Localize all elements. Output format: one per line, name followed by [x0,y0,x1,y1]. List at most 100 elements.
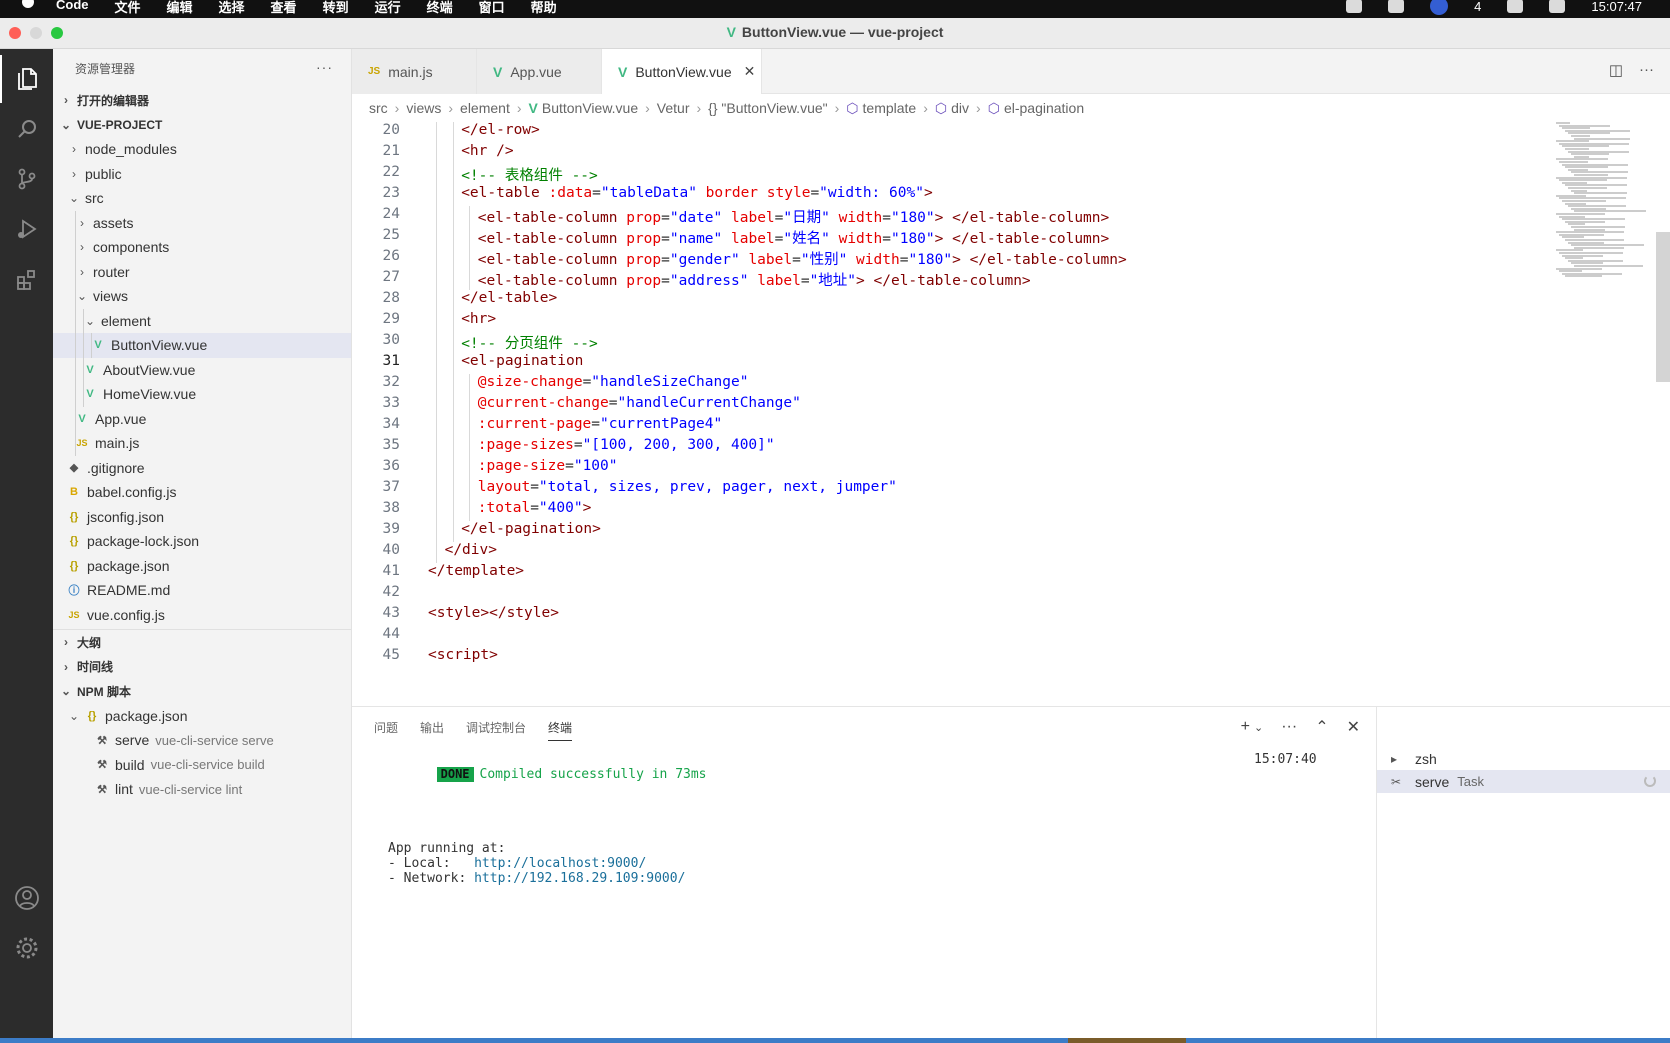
tab-main-js[interactable]: JS main.js [352,49,477,94]
clock[interactable]: 15:07:47 [1591,0,1642,14]
menu-go[interactable]: 转到 [323,0,349,16]
crumb-file[interactable]: ButtonView.vue [542,100,638,116]
npm-scripts-section[interactable]: ⌄ NPM 脚本 [53,679,351,704]
menu-edit[interactable]: 编辑 [167,0,193,16]
crumb-src[interactable]: src [369,100,388,116]
file-item[interactable]: JS main.js [53,431,351,456]
code-editor[interactable]: 20 </el-row> 21 <hr /> 22 <!-- 表格组件 --> 23 <el-… [352,122,1670,706]
account-icon[interactable] [0,874,53,922]
npm-script-serve[interactable]: ⚒ serve vue-cli-service serve [53,728,351,753]
folder-item[interactable]: › components [53,235,351,260]
apple-icon[interactable] [22,0,34,8]
folder-item[interactable]: › assets [53,210,351,235]
file-item[interactable]: V HomeView.vue [53,382,351,407]
more-actions-icon[interactable]: ··· [1639,61,1654,79]
crumb-div[interactable]: div [951,100,969,116]
tab-problems[interactable]: 问题 [374,719,398,741]
user-icon[interactable] [1430,0,1449,15]
npm-script-build[interactable]: ⚒ build vue-cli-service build [53,753,351,778]
code-token: <el-table-column [477,273,618,289]
editor-scrollbar[interactable] [1656,232,1670,382]
file-item[interactable]: Bbabel.config.js [53,480,351,505]
folder-item[interactable]: ⌄ src [53,186,351,211]
indent-guide [452,458,454,479]
file-item[interactable]: V ButtonView.vue [53,333,351,358]
timeline-section[interactable]: › 时间线 [53,655,351,680]
word-icon[interactable] [1346,0,1363,13]
menu-window[interactable]: 窗口 [479,0,505,16]
file-item[interactable]: ⓘ README.md [53,578,351,603]
explorer-icon[interactable] [0,55,53,103]
tab-app-vue[interactable]: V App.vue [477,49,602,94]
chevron-down-icon[interactable]: ⌄ [1254,721,1263,734]
code-token: "180" [908,252,953,268]
minimap[interactable] [1550,122,1650,282]
code-token: width [838,210,883,226]
status-warning-item[interactable] [1068,1038,1186,1043]
more-actions-icon[interactable]: ··· [1281,718,1297,736]
tab-terminal[interactable]: 终端 [548,719,573,741]
terminal-output[interactable]: DONE Compiled successfully in 73ms 15:07:… [374,752,1317,886]
file-item[interactable]: ◆ .gitignore [53,456,351,481]
new-terminal-icon[interactable]: + [1241,718,1250,736]
source-control-icon[interactable] [0,155,53,203]
terminal-serve-task[interactable]: ✂ serve Task [1377,770,1670,793]
run-debug-icon[interactable] [0,205,53,253]
file-item[interactable]: {} package-lock.json [53,529,351,554]
crumb-template[interactable]: template [863,100,917,116]
npm-script-lint[interactable]: ⚒ lint vue-cli-service lint [53,777,351,802]
battery-icon[interactable] [1549,0,1566,13]
tab-debug-console[interactable]: 调试控制台 [466,719,526,741]
extension-icon[interactable] [1388,0,1405,13]
close-tab-icon[interactable]: ✕ [744,63,756,80]
extensions-icon[interactable] [0,255,53,303]
local-url-link[interactable]: http://localhost:9000/ [474,856,646,871]
menu-file[interactable]: 文件 [115,0,141,16]
file-item[interactable]: JS vue.config.js [53,603,351,628]
crumb-el-pagination[interactable]: el-pagination [1004,100,1084,116]
folder-item[interactable]: › public [53,162,351,187]
crumb-vetur[interactable]: Vetur [657,100,690,116]
file-item[interactable]: {} jsconfig.json [53,505,351,530]
file-item[interactable]: {} package.json [53,554,351,579]
project-section[interactable]: ⌄ VUE-PROJECT [53,113,351,138]
split-editor-icon[interactable]: ◫ [1609,61,1623,79]
tab-output[interactable]: 输出 [420,719,444,741]
menu-selection[interactable]: 选择 [219,0,245,16]
menu-terminal[interactable]: 终端 [427,0,453,16]
vue-file-icon: V [528,100,538,116]
file-item[interactable]: V AboutView.vue [53,357,351,382]
tab-buttonview-vue[interactable]: V ButtonView.vue ✕ [602,49,762,94]
folder-item[interactable]: ⌄ element [53,308,351,333]
menu-view[interactable]: 查看 [271,0,297,16]
network-url-link[interactable]: http://192.168.29.109:9000/ [474,871,685,886]
menu-app[interactable]: Code [56,0,89,16]
terminal-list-spacer [1377,707,1670,747]
tree-item-label: assets [93,214,134,231]
folder-item[interactable]: › router [53,259,351,284]
maximize-panel-icon[interactable]: ⌃ [1315,717,1328,737]
folder-item[interactable]: › node_modules [53,137,351,162]
wifi-icon[interactable] [1507,0,1524,13]
crumb-element[interactable]: element [460,100,510,116]
file-item[interactable]: V App.vue [53,406,351,431]
code-line: <!-- 分页组件 --> [461,332,598,353]
settings-gear-icon[interactable] [0,924,53,972]
search-icon[interactable] [0,105,53,153]
crumb-views[interactable]: views [406,100,441,116]
explorer-more-icon[interactable]: ··· [316,59,333,75]
notification-count[interactable]: 4 [1474,0,1481,14]
menu-run[interactable]: 运行 [375,0,401,16]
close-panel-icon[interactable]: ✕ [1347,717,1360,737]
code-token: :current-page [477,416,592,432]
folder-item[interactable]: ⌄ views [53,284,351,309]
npm-package-item[interactable]: ⌄ {} package.json [53,704,351,729]
outline-section[interactable]: › 大纲 [53,630,351,655]
crumb-file-symbol[interactable]: {} "ButtonView.vue" [708,100,827,116]
open-editors-section[interactable]: › 打开的编辑器 [53,88,351,113]
terminal-zsh[interactable]: ▸ zsh [1377,747,1670,770]
menu-help[interactable]: 帮助 [531,0,557,16]
